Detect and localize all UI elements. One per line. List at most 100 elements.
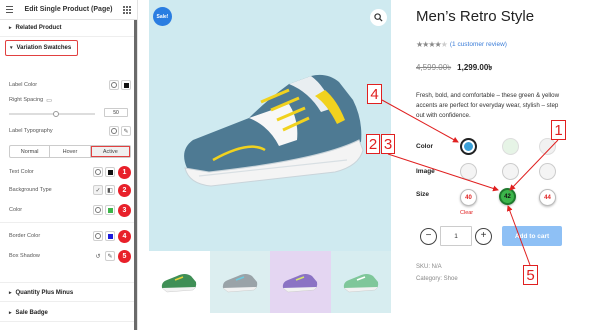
apps-grid-icon[interactable] [123, 6, 131, 14]
thumbnail-purple[interactable] [270, 251, 331, 313]
step-badge: 4 [118, 229, 131, 243]
category: Category: Shoe [416, 276, 458, 282]
color-row: Color 3 [9, 203, 131, 217]
box-shadow-row: Box Shadow ↺ ✎ 5 [9, 249, 131, 263]
section-sale-badge[interactable]: ▸ Sale Badge [0, 305, 134, 322]
tab-active[interactable]: Active [90, 146, 130, 157]
caret-down-icon: ▾ [10, 45, 13, 51]
callout-4: 4 [367, 84, 382, 104]
background-type-row: Background Type ✓ ◧ 2 [9, 183, 131, 197]
color-picker[interactable] [105, 167, 115, 177]
add-to-cart-button[interactable]: Add to cart [502, 226, 562, 246]
minus-button[interactable]: − [420, 227, 437, 245]
brush-icon[interactable]: ✓ [93, 185, 103, 195]
plus-button[interactable]: + [475, 227, 492, 245]
callout-5: 5 [523, 265, 538, 285]
global-icon[interactable] [93, 231, 103, 241]
right-spacing-input[interactable]: 50 [104, 108, 128, 117]
step-badge: 5 [118, 249, 131, 263]
callout-1: 1 [551, 120, 566, 140]
field-label: Label Color [9, 82, 38, 88]
clear-link[interactable]: Clear [460, 210, 473, 216]
callout-2: 2 [366, 134, 380, 154]
global-icon[interactable] [93, 167, 103, 177]
step-badge: 2 [118, 183, 131, 197]
section-related-product[interactable]: ▸ Related Product [0, 20, 137, 37]
global-icon[interactable] [109, 80, 119, 90]
image-swatch-2[interactable] [502, 163, 519, 180]
color-picker[interactable] [121, 80, 131, 90]
hamburger-icon[interactable] [6, 6, 13, 15]
old-price: 4,599.00৳ [416, 63, 452, 72]
field-label: Border Color [9, 233, 41, 239]
monitor-icon[interactable]: ▭ [46, 97, 52, 104]
divider [0, 222, 137, 223]
product-summary: Men’s Retro Style ★★★★★ (1 customer revi… [416, 0, 600, 330]
field-label: Box Shadow [9, 253, 40, 259]
state-tabs: Normal Hover Active [9, 145, 131, 158]
image-swatch-1[interactable] [460, 163, 477, 180]
size-swatch-40[interactable]: 40 [460, 189, 477, 206]
price: 4,599.00৳ 1,299.00৳ [416, 62, 492, 75]
field-label: Color [9, 207, 23, 213]
product-title: Men’s Retro Style [416, 8, 535, 25]
right-spacing-slider[interactable] [9, 111, 95, 117]
right-spacing-row: Right Spacing ▭ [9, 94, 131, 106]
section-label: Quantity Plus Minus [15, 290, 74, 296]
field-label: Text Color [9, 169, 34, 175]
size-label: Size [416, 191, 430, 198]
pencil-icon[interactable]: ✎ [105, 251, 115, 261]
section-label: Variation Swatches [16, 45, 72, 51]
size-swatch-44[interactable]: 44 [539, 189, 556, 206]
thumbnail-grey[interactable] [209, 251, 270, 313]
color-label: Color [416, 143, 433, 150]
step-badge: 3 [118, 203, 131, 217]
label-color-row: Label Color [9, 79, 131, 91]
image-label: Image [416, 168, 435, 175]
global-icon[interactable] [93, 205, 103, 215]
field-label: Background Type [9, 187, 52, 193]
color-swatch-green[interactable] [502, 138, 519, 155]
divider [0, 282, 137, 283]
color-swatch-white[interactable] [539, 138, 556, 155]
star-rating-icon: ★★★★★ [416, 40, 448, 49]
panel-scrollbar[interactable] [134, 20, 137, 330]
reset-icon[interactable]: ↺ [93, 251, 103, 261]
review-link[interactable]: (1 customer review) [450, 41, 507, 48]
caret-right-icon: ▸ [9, 290, 12, 296]
editor-panel: Edit Single Product (Page) ▸ Related Pro… [0, 0, 138, 330]
product-image[interactable]: Sale! [149, 0, 391, 251]
color-picker[interactable] [105, 231, 115, 241]
callout-3: 3 [381, 134, 395, 154]
global-icon[interactable] [109, 126, 119, 136]
panel-title: Edit Single Product (Page) [24, 6, 113, 13]
step-badge: 1 [118, 165, 131, 179]
section-label: Related Product [15, 25, 62, 31]
field-label: Right Spacing [9, 97, 44, 103]
color-swatch-blue[interactable] [460, 138, 477, 155]
section-label: Sale Badge [15, 310, 48, 316]
thumbnail-light-green[interactable] [330, 251, 391, 313]
gradient-icon[interactable]: ◧ [105, 185, 115, 195]
sneaker-illustration [184, 74, 364, 187]
rating: ★★★★★ (1 customer review) [416, 40, 507, 49]
slider-handle[interactable] [53, 111, 59, 117]
field-label: Label Typography [9, 128, 53, 134]
caret-right-icon: ▸ [9, 310, 12, 316]
quantity-input[interactable]: 1 [440, 226, 472, 246]
tab-normal[interactable]: Normal [10, 146, 51, 157]
sku: SKU: N/A [416, 264, 442, 270]
tab-hover[interactable]: Hover [50, 146, 91, 157]
sale-price: 1,299.00৳ [457, 63, 493, 72]
pencil-icon[interactable]: ✎ [121, 126, 131, 136]
image-swatch-3[interactable] [539, 163, 556, 180]
section-quantity-plus-minus[interactable]: ▸ Quantity Plus Minus [0, 285, 134, 302]
caret-right-icon: ▸ [9, 25, 12, 31]
size-swatch-42[interactable]: 42 [499, 188, 516, 205]
section-variation-swatches[interactable]: ▾ Variation Swatches [5, 40, 78, 56]
short-description: Fresh, bold, and comfortable – these gre… [416, 92, 560, 119]
color-picker[interactable] [105, 205, 115, 215]
text-color-row: Text Color 1 [9, 165, 131, 179]
thumbnail-green[interactable] [149, 251, 210, 313]
thumbnail-strip [149, 251, 391, 313]
